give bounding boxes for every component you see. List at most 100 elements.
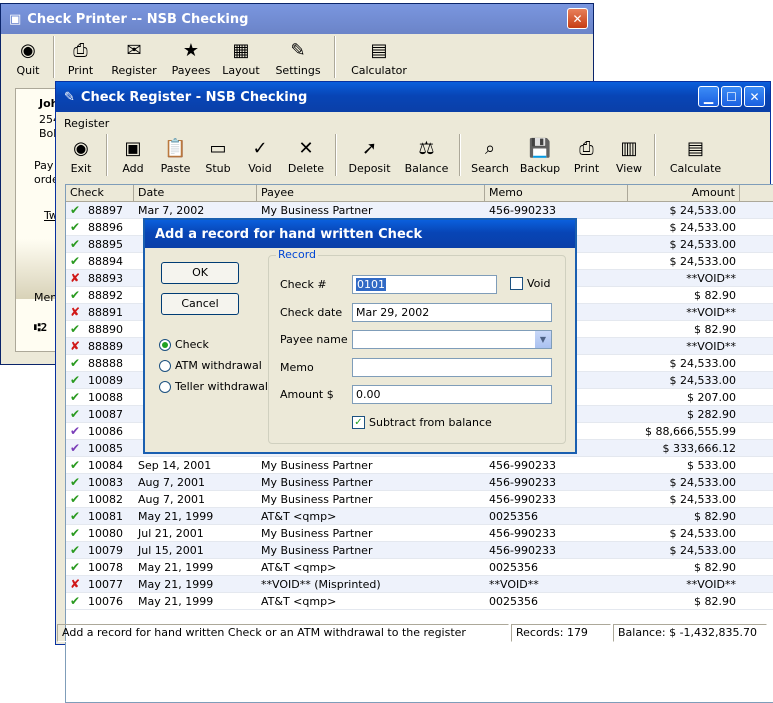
table-row[interactable]: ✔ 10084 Sep 14, 2001 My Business Partner 456… bbox=[66, 457, 773, 474]
toolbar-label: Settings bbox=[275, 64, 321, 77]
check-number: 88895 bbox=[88, 237, 123, 251]
check-number: 10085 bbox=[88, 441, 123, 455]
close-icon: ✕ bbox=[572, 11, 583, 26]
star-icon: ★ bbox=[182, 39, 200, 61]
radio-check[interactable]: Check bbox=[159, 338, 209, 351]
close-button[interactable]: ✕ bbox=[744, 86, 765, 107]
check-number-input[interactable]: 0101 bbox=[352, 275, 497, 294]
cell-payee: My Business Partner bbox=[261, 204, 373, 217]
status-checkmark-icon: ✔ bbox=[70, 525, 81, 540]
toolbar-paste-button[interactable]: 📋 Paste bbox=[154, 134, 197, 176]
radio-teller-withdrawal[interactable]: Teller withdrawal bbox=[159, 380, 268, 393]
table-row[interactable]: ✔ 10079 Jul 15, 2001 My Business Partner 456… bbox=[66, 542, 773, 559]
toolbar-exit-button[interactable]: ◉ Exit bbox=[60, 134, 102, 176]
column-check[interactable]: Check bbox=[66, 185, 134, 201]
table-row[interactable]: ✔ 88897 Mar 7, 2002 My Business Partner 456-… bbox=[66, 202, 773, 219]
subtract-balance-checkbox[interactable]: ✓ Subtract from balance bbox=[352, 416, 492, 429]
menu-bar: Register bbox=[56, 113, 770, 133]
column-payee[interactable]: Payee bbox=[257, 185, 485, 201]
toolbar-calculator-button[interactable]: ▤ Calculator bbox=[340, 36, 418, 78]
toolbar-print-button[interactable]: ⎙ Print bbox=[565, 134, 608, 176]
cell-payee: My Business Partner bbox=[261, 459, 373, 472]
toolbar-separator bbox=[459, 134, 461, 176]
cell-check: ✘ 88893 bbox=[66, 270, 134, 286]
cell-amount: $ 282.90 bbox=[687, 408, 736, 421]
toolbar-delete-button[interactable]: ✕ Delete bbox=[281, 134, 331, 176]
close-icon: ✕ bbox=[749, 89, 760, 104]
table-row[interactable]: ✔ 10076 May 21, 1999 AT&T <qmp> 0025356 $ 82.… bbox=[66, 593, 773, 610]
cell-check: ✔ 10086 bbox=[66, 423, 134, 439]
check-number: 10076 bbox=[88, 594, 123, 608]
ok-button[interactable]: OK bbox=[161, 262, 239, 284]
toolbar-label: Balance bbox=[404, 162, 449, 175]
table-row[interactable]: ✔ 10080 Jul 21, 2001 My Business Partner 456… bbox=[66, 525, 773, 542]
toolbar-label: Stub bbox=[205, 162, 231, 175]
table-row[interactable]: ✘ 10077 May 21, 1999 **VOID** (Misprinted) *… bbox=[66, 576, 773, 593]
radio-atm-withdrawal[interactable]: ATM withdrawal bbox=[159, 359, 262, 372]
toolbar-settings-button[interactable]: ✎ Settings bbox=[266, 36, 330, 78]
check-number: 10088 bbox=[88, 390, 123, 404]
toolbar-search-button[interactable]: ⌕ Search bbox=[465, 134, 515, 176]
table-row[interactable]: ✔ 10078 May 21, 1999 AT&T <qmp> 0025356 $ 82.… bbox=[66, 559, 773, 576]
chevron-down-icon[interactable]: ▼ bbox=[534, 331, 551, 348]
menu-register[interactable]: Register bbox=[64, 117, 109, 130]
cell-payee: My Business Partner bbox=[261, 527, 373, 540]
cell-date: Jul 21, 2001 bbox=[138, 527, 204, 540]
status-message: Add a record for hand written Check or a… bbox=[57, 624, 509, 642]
check-printer-titlebar[interactable]: ▣ Check Printer -- NSB Checking bbox=[1, 4, 593, 34]
maximize-button[interactable]: ☐ bbox=[721, 86, 742, 107]
cell-memo: 456-990233 bbox=[489, 204, 556, 217]
cell-payee: My Business Partner bbox=[261, 544, 373, 557]
status-checkmark-icon: ✔ bbox=[70, 423, 81, 438]
toolbar-void-button[interactable]: ✓ Void bbox=[239, 134, 281, 176]
toolbar-label: Deposit bbox=[348, 162, 391, 175]
table-row[interactable]: ✔ 10081 May 21, 1999 AT&T <qmp> 0025356 $ 82.… bbox=[66, 508, 773, 525]
toolbar-view-button[interactable]: ▥ View bbox=[608, 134, 650, 176]
toolbar-deposit-button[interactable]: ➚ Deposit bbox=[341, 134, 398, 176]
toolbar-balance-button[interactable]: ⚖ Balance bbox=[398, 134, 455, 176]
toolbar-payees-button[interactable]: ★ Payees bbox=[166, 36, 216, 78]
radio-check-dot bbox=[159, 338, 171, 351]
toolbar-backup-button[interactable]: 💾 Backup bbox=[515, 134, 565, 176]
cell-amount: $ 533.00 bbox=[687, 459, 736, 472]
toolbar-calculate-button[interactable]: ▤ Calculate bbox=[660, 134, 731, 176]
cell-check: ✔ 88895 bbox=[66, 236, 134, 252]
payee-name-select[interactable]: ▼ bbox=[352, 330, 552, 349]
memo-input[interactable] bbox=[352, 358, 552, 377]
void-checkbox[interactable]: Void bbox=[510, 277, 550, 290]
toolbar-print-button[interactable]: ⎙ Print bbox=[59, 36, 102, 78]
toolbar-layout-button[interactable]: ▦ Layout bbox=[216, 36, 266, 78]
cancel-button[interactable]: Cancel bbox=[161, 293, 239, 315]
amount-input[interactable]: 0.00 bbox=[352, 385, 552, 404]
column-amount[interactable]: Amount bbox=[628, 185, 740, 201]
cell-memo: 456-990233 bbox=[489, 476, 556, 489]
toolbar-stub-button[interactable]: ▭ Stub bbox=[197, 134, 239, 176]
status-checkmark-icon: ✔ bbox=[70, 372, 81, 387]
subtract-label: Subtract from balance bbox=[369, 416, 492, 429]
toolbar-label: Layout bbox=[222, 64, 260, 77]
table-row[interactable]: ✔ 10082 Aug 7, 2001 My Business Partner 456-… bbox=[66, 491, 773, 508]
cell-memo: 456-990233 bbox=[489, 544, 556, 557]
check-register-titlebar[interactable]: ✎ Check Register - NSB Checking bbox=[56, 82, 770, 112]
record-group: Record Check # 0101 Void Check date Mar … bbox=[268, 248, 566, 444]
column-memo[interactable]: Memo bbox=[485, 185, 628, 201]
table-row[interactable]: ✔ 10083 Aug 7, 2001 My Business Partner 456-… bbox=[66, 474, 773, 491]
toolbar-label: Print bbox=[573, 162, 600, 175]
toolbar-label: Register bbox=[111, 64, 157, 77]
minimize-button[interactable]: ▁ bbox=[698, 86, 719, 107]
add-record-dialog: Add a record for hand written Check OK C… bbox=[143, 218, 577, 454]
column-date[interactable]: Date bbox=[134, 185, 257, 201]
toolbar-add-button[interactable]: ▣ Add bbox=[112, 134, 154, 176]
amount-label: Amount $ bbox=[280, 388, 334, 401]
cell-amount: $ 24,533.00 bbox=[669, 204, 736, 217]
cell-check: ✔ 10089 bbox=[66, 372, 134, 388]
close-button[interactable]: ✕ bbox=[567, 8, 588, 29]
toolbar-quit-button[interactable]: ◉ Quit bbox=[7, 36, 49, 78]
cell-payee: **VOID** (Misprinted) bbox=[261, 578, 381, 591]
check-date-input[interactable]: Mar 29, 2002 bbox=[352, 303, 552, 322]
toolbar-register-button[interactable]: ✉ Register bbox=[102, 36, 166, 78]
dialog-titlebar[interactable]: Add a record for hand written Check bbox=[145, 220, 575, 248]
cell-amount: $ 24,533.00 bbox=[669, 493, 736, 506]
check-number: 88897 bbox=[88, 203, 123, 217]
check-number: 88896 bbox=[88, 220, 123, 234]
